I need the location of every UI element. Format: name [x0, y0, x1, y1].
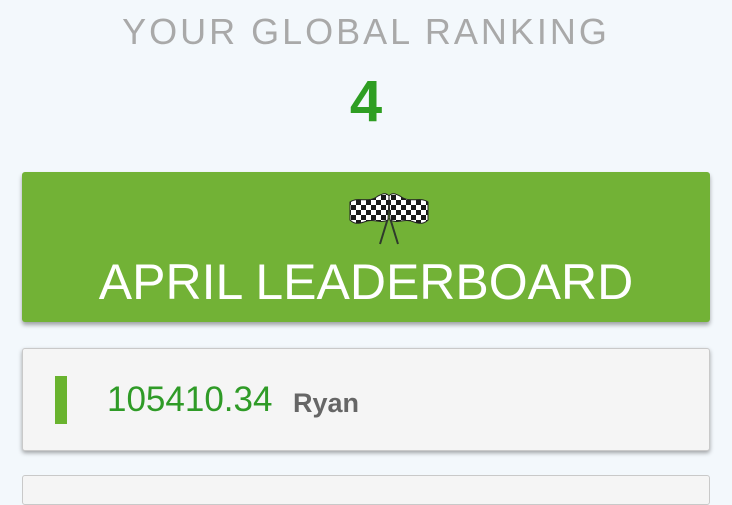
leaderboard-title: APRIL LEADERBOARD: [98, 254, 634, 310]
ranking-label: YOUR GLOBAL RANKING: [122, 11, 610, 52]
leaderboard-entry-partial[interactable]: [22, 475, 710, 505]
leaderboard-entry[interactable]: 105410.34 Ryan: [22, 348, 710, 451]
checkered-flags-icon: [349, 193, 429, 245]
entry-name: Ryan: [293, 388, 360, 418]
rank-marker: [55, 376, 67, 424]
ranking-value: 4: [349, 69, 383, 134]
april-leaderboard-button[interactable]: APRIL LEADERBOARD: [22, 172, 710, 322]
entry-score: 105410.34: [107, 380, 273, 419]
